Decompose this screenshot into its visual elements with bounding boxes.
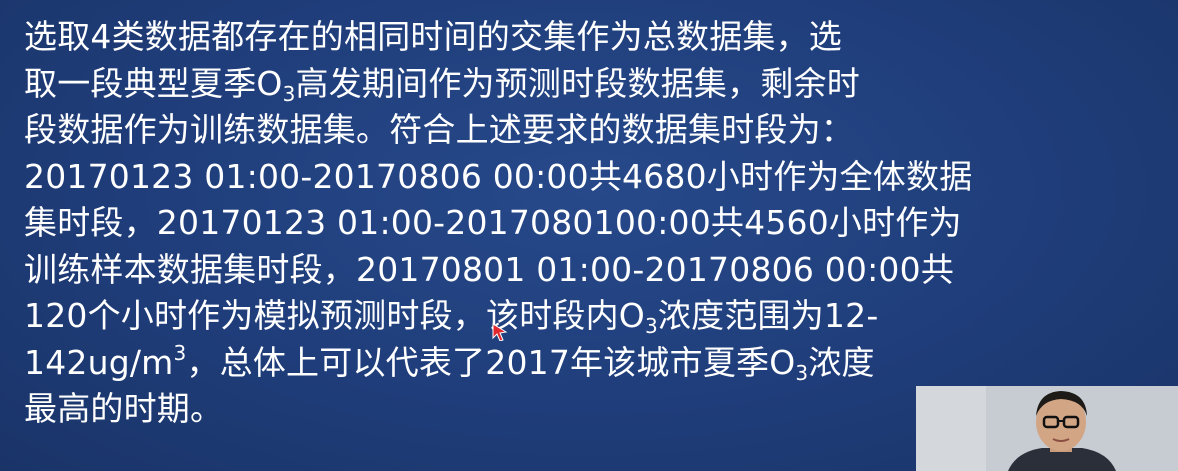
text-line: 集时段，20170123 01:00-2017080100:00共4560小时作… (24, 200, 1154, 247)
text-line: 取一段典型夏季O3高发期间作为预测时段数据集，剩余时 (24, 61, 1154, 108)
slide: 选取4类数据都存在的相同时间的交集作为总数据集，选 取一段典型夏季O3高发期间作… (0, 0, 1178, 471)
slide-text: 选取4类数据都存在的相同时间的交集作为总数据集，选 取一段典型夏季O3高发期间作… (24, 14, 1154, 433)
text-segment: 高发期间作为预测时段数据集，剩余时 (295, 63, 860, 103)
text-line: 选取4类数据都存在的相同时间的交集作为总数据集，选 (24, 14, 1154, 61)
presenter-webcam (916, 386, 1178, 471)
text-segment: 浓度范围为12- (657, 296, 879, 335)
text-line: 142ug/m3，总体上可以代表了2017年该城市夏季O3浓度 (24, 340, 1154, 387)
text-segment: 浓度 (808, 342, 875, 382)
presenter-webcam-icon (916, 386, 1178, 471)
text-segment: 选取4类数据都存在的相同时间的交集作为总数据集，选 (24, 17, 842, 56)
text-segment: 该时段内O (486, 296, 645, 341)
text-segment: 142ug/m (24, 342, 174, 382)
text-line: 段数据作为训练数据集。符合上述要求的数据集时段为： (24, 107, 1154, 154)
text-segment: 段数据作为训练数据集。符合上述要求的数据集时段为： (24, 110, 854, 149)
text-segment: 集时段，20170123 01:00-2017080100:00共4560小时作… (24, 203, 962, 242)
text-segment: 20170123 01:00-20170806 00:00共4680小时作为全体… (24, 156, 973, 196)
text-segment: 3 (173, 340, 187, 365)
text-segment: 3 (795, 360, 809, 385)
text-line: 训练样本数据集时段，20170801 01:00-20170806 00:00共 (24, 247, 1154, 294)
text-segment: 最高的时期。 (24, 389, 224, 428)
text-line: 20170123 01:00-20170806 00:00共4680小时作为全体… (24, 154, 1154, 201)
text-segment: 训练样本数据集时段，20170801 01:00-20170806 00:00共 (24, 249, 955, 289)
text-segment: 取一段典型夏季O (24, 63, 283, 103)
text-segment: 3 (644, 314, 658, 338)
text-segment: 3 (282, 81, 296, 106)
text-segment: ，总体上可以代表了2017年该城市夏季O (186, 342, 796, 382)
text-segment: 120个小时作为模拟预测时段， (24, 296, 486, 335)
text-line: 120个小时作为模拟预测时段， 该时段内O3浓度范围为12- (24, 293, 1154, 341)
